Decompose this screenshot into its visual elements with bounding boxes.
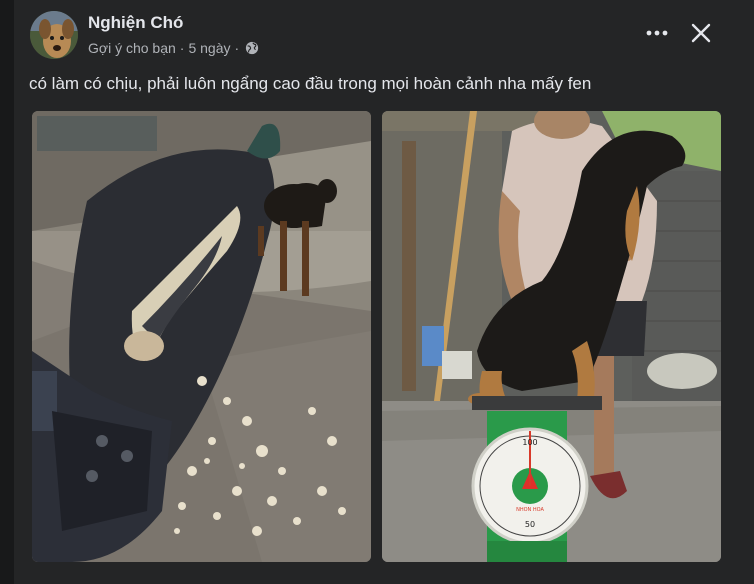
more-horizontal-icon: [646, 30, 668, 36]
post-photo-scale[interactable]: 100 50 NHON HOA: [382, 111, 721, 562]
svg-text:100: 100: [522, 438, 537, 447]
scale-brand: NHON HOA: [516, 507, 544, 513]
meta-separator: ·: [179, 40, 185, 56]
more-options-button[interactable]: [642, 18, 672, 48]
post-card: Nghiện Chó Gợi ý cho bạn · 5 ngày · có l…: [14, 0, 754, 584]
meta-separator: ·: [234, 40, 240, 56]
close-icon: [691, 23, 711, 43]
suggested-label: Gợi ý cho bạn: [88, 40, 176, 56]
svg-text:50: 50: [525, 520, 535, 529]
author-name[interactable]: Nghiện Chó: [88, 13, 183, 33]
post-meta: Gợi ý cho bạn · 5 ngày ·: [88, 40, 259, 56]
post-caption: có làm có chịu, phải luôn ngẩng cao đầu …: [29, 74, 592, 93]
post-time[interactable]: 5 ngày: [188, 40, 230, 56]
author-avatar[interactable]: [30, 11, 78, 59]
post-photo-scooter[interactable]: [32, 111, 371, 562]
close-button[interactable]: [686, 18, 716, 48]
globe-icon[interactable]: [245, 41, 259, 55]
